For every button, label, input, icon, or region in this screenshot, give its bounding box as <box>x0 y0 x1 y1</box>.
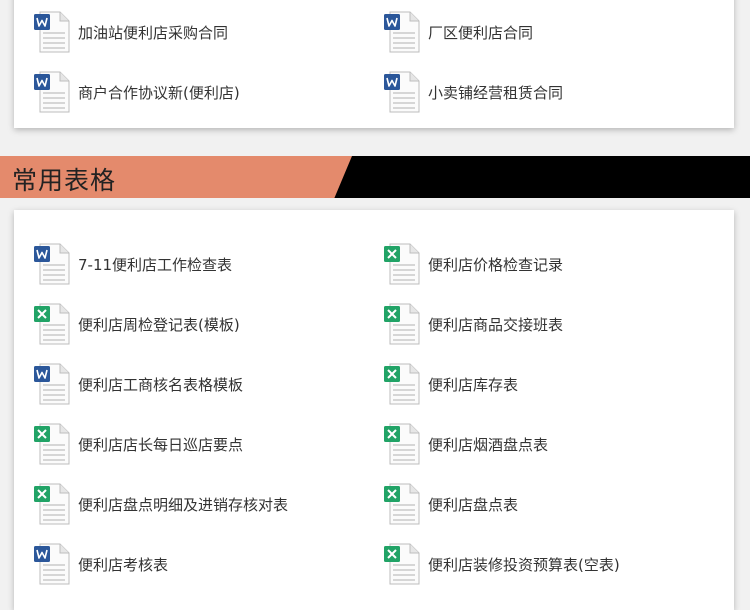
excel-doc-icon <box>384 243 420 285</box>
excel-doc-icon <box>34 423 70 465</box>
file-name: 加油站便利店采购合同 <box>78 23 229 42</box>
section-header: 常用表格 <box>0 156 750 198</box>
word-doc-icon <box>384 11 420 53</box>
file-link[interactable]: 便利店库存表 <box>384 362 518 406</box>
excel-doc-icon <box>384 483 420 525</box>
file-link[interactable]: 便利店盘点表 <box>384 482 518 526</box>
file-link[interactable]: 便利店价格检查记录 <box>384 242 563 286</box>
file-name: 便利店盘点表 <box>428 495 519 514</box>
word-doc-icon <box>34 243 70 285</box>
file-link[interactable]: 7-11便利店工作检查表 <box>34 242 232 286</box>
file-link[interactable]: 便利店装修投资预算表(空表) <box>384 542 620 586</box>
section-title: 常用表格 <box>12 166 117 195</box>
file-link[interactable]: 商户合作协议新(便利店) <box>34 70 240 114</box>
file-link[interactable]: 便利店盘点明细及进销存核对表 <box>34 482 288 526</box>
file-link[interactable]: 便利店工商核名表格模板 <box>34 362 243 406</box>
file-name: 便利店考核表 <box>78 555 169 574</box>
file-link[interactable]: 便利店烟酒盘点表 <box>384 422 548 466</box>
file-name: 便利店装修投资预算表(空表) <box>428 555 620 574</box>
file-link[interactable]: 加油站便利店采购合同 <box>34 10 228 54</box>
word-doc-icon <box>34 71 70 113</box>
file-name: 便利店商品交接班表 <box>428 315 564 334</box>
file-link[interactable]: 厂区便利店合同 <box>384 10 533 54</box>
word-doc-icon <box>34 11 70 53</box>
excel-doc-icon <box>384 303 420 345</box>
file-name: 小卖铺经营租赁合同 <box>428 83 564 102</box>
file-name: 商户合作协议新(便利店) <box>78 83 240 102</box>
file-link[interactable]: 便利店商品交接班表 <box>384 302 563 346</box>
file-name: 便利店周检登记表(模板) <box>78 315 240 334</box>
file-name: 便利店烟酒盘点表 <box>428 435 549 454</box>
excel-doc-icon <box>384 363 420 405</box>
file-link[interactable]: 小卖铺经营租赁合同 <box>384 70 563 114</box>
word-doc-icon <box>384 71 420 113</box>
file-link[interactable]: 便利店周检登记表(模板) <box>34 302 240 346</box>
file-name: 便利店库存表 <box>428 375 519 394</box>
file-name: 便利店店长每日巡店要点 <box>78 435 244 454</box>
file-link[interactable]: 便利店店长每日巡店要点 <box>34 422 243 466</box>
file-name: 厂区便利店合同 <box>428 23 534 42</box>
file-name: 便利店盘点明细及进销存核对表 <box>78 495 289 514</box>
file-link[interactable]: 便利店考核表 <box>34 542 168 586</box>
word-doc-icon <box>34 543 70 585</box>
excel-doc-icon <box>34 483 70 525</box>
file-name: 便利店价格检查记录 <box>428 255 564 274</box>
file-name: 7-11便利店工作检查表 <box>78 255 233 274</box>
excel-doc-icon <box>34 303 70 345</box>
word-doc-icon <box>34 363 70 405</box>
excel-doc-icon <box>384 543 420 585</box>
excel-doc-icon <box>384 423 420 465</box>
file-name: 便利店工商核名表格模板 <box>78 375 244 394</box>
